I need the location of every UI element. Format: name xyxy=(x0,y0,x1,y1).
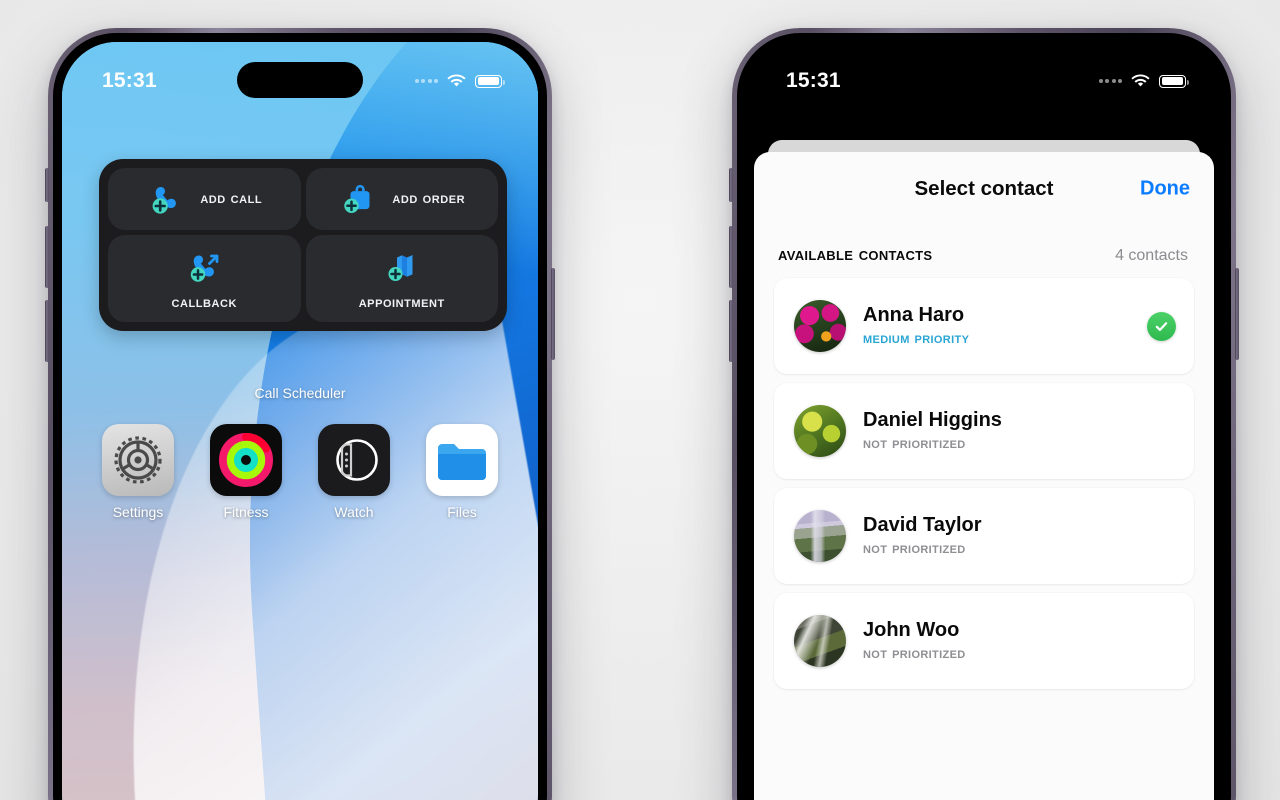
widget-tile-appointment[interactable]: Appointment xyxy=(305,235,498,322)
contact-status: Not Prioritized xyxy=(863,539,966,557)
fitness-rings-icon xyxy=(210,424,282,496)
selected-check-icon[interactable] xyxy=(1147,311,1176,341)
contact-row-david-taylor[interactable]: David Taylor Not Prioritized xyxy=(774,488,1194,584)
contacts-list: Anna Haro Medium Priority xyxy=(754,278,1214,689)
home-screen-app-row: Settings Fitness Watch Files xyxy=(84,424,516,520)
right-phone-device: 15:31 Select contact Done available cont… xyxy=(729,28,1239,800)
power-button[interactable] xyxy=(551,268,555,360)
widget-tile-label: Add Call xyxy=(200,190,263,207)
contacts-count: 4 contacts xyxy=(1115,247,1188,264)
widget-tile-label: Add Order xyxy=(392,190,466,207)
left-phone-device: 15:31 add call add order callback appoin… xyxy=(45,28,555,800)
available-contacts-header: Available Contacts 4 contacts xyxy=(754,226,1214,278)
mute-switch[interactable] xyxy=(729,168,733,202)
contact-row-john-woo[interactable]: John Woo Not Prioritized xyxy=(774,593,1194,689)
phone-arrow-up-right-plus-icon xyxy=(183,247,225,289)
avatar xyxy=(794,405,846,457)
app-label: Watch xyxy=(334,504,374,520)
contact-row-daniel-higgins[interactable]: Daniel Higgins Not Prioritized xyxy=(774,383,1194,479)
dynamic-island xyxy=(237,62,363,98)
sheet-title: Select contact xyxy=(914,177,1054,200)
app-icon-files[interactable]: Files xyxy=(408,424,516,520)
right-phone-bezel: 15:31 Select contact Done available cont… xyxy=(737,33,1231,800)
app-icon-settings[interactable]: Settings xyxy=(84,424,192,520)
widget-tile-callback[interactable]: Callback xyxy=(108,235,301,322)
widget-tile-label: Callback xyxy=(171,294,237,311)
battery-icon xyxy=(475,74,505,88)
contact-status: Medium Priority xyxy=(863,329,970,347)
watch-icon xyxy=(318,424,390,496)
widget-tile-add-call[interactable]: Add Call xyxy=(108,168,301,230)
status-time: 15:31 xyxy=(786,69,841,92)
volume-down-button[interactable] xyxy=(729,300,733,362)
avatar xyxy=(794,300,846,352)
status-time: 15:31 xyxy=(102,69,157,92)
left-phone-screen: 15:31 add call add order callback appoin… xyxy=(62,42,538,800)
volume-up-button[interactable] xyxy=(45,226,49,288)
contact-name: Daniel Higgins xyxy=(863,408,1002,431)
contact-status: Not Prioritized xyxy=(863,644,966,662)
power-button[interactable] xyxy=(1235,268,1239,360)
wifi-icon xyxy=(447,74,466,88)
bag-plus-icon xyxy=(338,178,380,220)
app-label: Files xyxy=(447,504,477,520)
right-phone-screen: 15:31 Select contact Done available cont… xyxy=(746,42,1222,800)
app-label: Settings xyxy=(112,504,164,520)
contact-name: Anna Haro xyxy=(863,303,965,326)
screenshot-canvas: 15:31 add call add order callback appoin… xyxy=(0,0,1280,800)
widget-title: Call Scheduler xyxy=(254,385,346,401)
section-title: Available Contacts xyxy=(778,244,933,265)
cellular-dots-icon xyxy=(414,79,438,83)
volume-down-button[interactable] xyxy=(45,300,49,362)
battery-icon xyxy=(1159,74,1189,88)
widget-tile-add-order[interactable]: Add Order xyxy=(305,168,498,230)
app-icon-fitness[interactable]: Fitness xyxy=(192,424,300,520)
avatar xyxy=(794,510,846,562)
cellular-dots-icon xyxy=(1098,79,1122,83)
done-button[interactable]: Done xyxy=(1140,178,1190,201)
call-scheduler-widget[interactable]: Add Call Add Order xyxy=(99,159,507,331)
sheet-header: Select contact Done xyxy=(754,152,1214,226)
select-contact-sheet: Select contact Done Available Contacts 4… xyxy=(754,152,1214,800)
contact-name: David Taylor xyxy=(863,513,982,536)
contact-row-anna-haro[interactable]: Anna Haro Medium Priority xyxy=(774,278,1194,374)
avatar xyxy=(794,615,846,667)
contact-name: John Woo xyxy=(863,618,960,641)
mute-switch[interactable] xyxy=(45,168,49,202)
volume-up-button[interactable] xyxy=(729,226,733,288)
left-phone-bezel: 15:31 add call add order callback appoin… xyxy=(53,33,547,800)
settings-gear-icon xyxy=(102,424,174,496)
contact-status: Not Prioritized xyxy=(863,434,966,452)
app-label: Fitness xyxy=(223,504,269,520)
wifi-icon xyxy=(1131,74,1150,88)
phone-plus-icon xyxy=(146,178,188,220)
widget-tile-label: Appointment xyxy=(358,294,445,311)
map-plus-icon xyxy=(381,247,423,289)
home-screen-wallpaper xyxy=(62,42,538,800)
files-folder-icon xyxy=(426,424,498,496)
app-icon-watch[interactable]: Watch xyxy=(300,424,408,520)
dynamic-island xyxy=(921,62,1047,98)
